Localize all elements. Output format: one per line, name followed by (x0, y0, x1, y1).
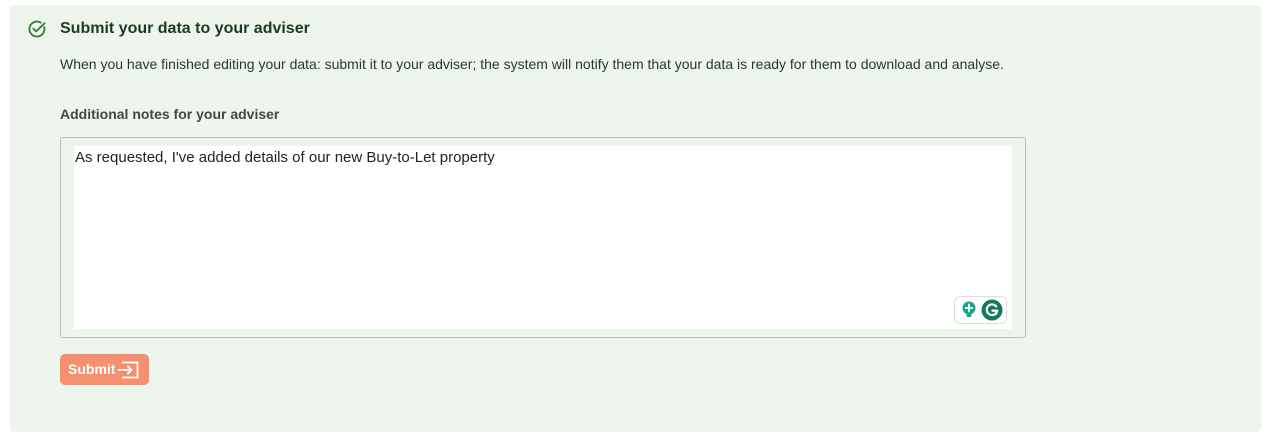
submit-button[interactable]: Submit (60, 354, 149, 385)
check-circle-icon (27, 19, 47, 39)
section-title: Submit your data to your adviser (60, 20, 310, 37)
submit-button-label: Submit (68, 361, 116, 377)
grammarly-g-icon[interactable] (981, 299, 1003, 321)
lightbulb-icon[interactable] (959, 300, 979, 320)
enter-arrow-icon (117, 360, 141, 380)
notes-label: Additional notes for your adviser (60, 106, 280, 122)
writing-assistant-widget[interactable] (954, 296, 1007, 324)
section-description: When you have finished editing your data… (60, 56, 1004, 72)
submit-panel: Submit your data to your adviser When yo… (10, 5, 1261, 432)
notes-field: As requested, I've added details of our … (60, 137, 1026, 338)
notes-textarea[interactable]: As requested, I've added details of our … (74, 146, 1012, 329)
